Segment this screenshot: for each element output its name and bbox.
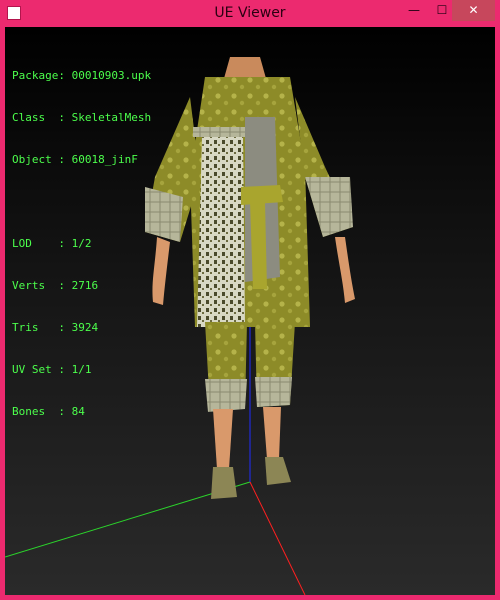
lod-value: 1/2 [71, 237, 92, 250]
class-value: SkeletalMesh [71, 111, 152, 124]
close-button[interactable]: ✕ [452, 0, 495, 21]
uvset-label: UV Set [12, 363, 52, 376]
tris-value: 3924 [71, 321, 99, 334]
verts-value: 2716 [71, 279, 99, 292]
title-bar[interactable]: UE Viewer — ☐ ✕ [0, 0, 500, 27]
object-value: 60018_jinF [71, 153, 138, 166]
app-window: UE Viewer — ☐ ✕ Package: 00010903.upk Cl… [0, 0, 500, 600]
lod-label: LOD [12, 237, 32, 250]
uvset-value: 1/1 [71, 363, 92, 376]
sash-tail [250, 202, 267, 289]
left-forearm [152, 237, 170, 305]
left-trouser-cuff [205, 379, 247, 412]
left-shin [213, 409, 233, 469]
bones-label: Bones [12, 405, 46, 418]
verts-label: Verts [12, 279, 46, 292]
left-sandal [211, 467, 237, 499]
object-label: Object [12, 153, 52, 166]
class-label: Class [12, 111, 46, 124]
bones-value: 84 [71, 405, 85, 418]
right-forearm [335, 237, 355, 303]
front-panel-pattern [197, 137, 245, 327]
x-axis-line [249, 481, 306, 595]
3d-viewport[interactable]: Package: 00010903.upk Class : SkeletalMe… [5, 27, 495, 595]
package-label: Package [12, 69, 59, 82]
right-sleeve-cuff [305, 177, 353, 237]
minimize-button[interactable]: — [400, 0, 428, 21]
right-trouser-cuff [255, 377, 292, 407]
mesh-info-overlay: Package: 00010903.upk Class : SkeletalMe… [12, 69, 152, 418]
right-shin [263, 407, 281, 459]
right-sandal [265, 457, 291, 485]
package-value: 00010903.upk [71, 69, 152, 82]
tris-label: Tris [12, 321, 39, 334]
